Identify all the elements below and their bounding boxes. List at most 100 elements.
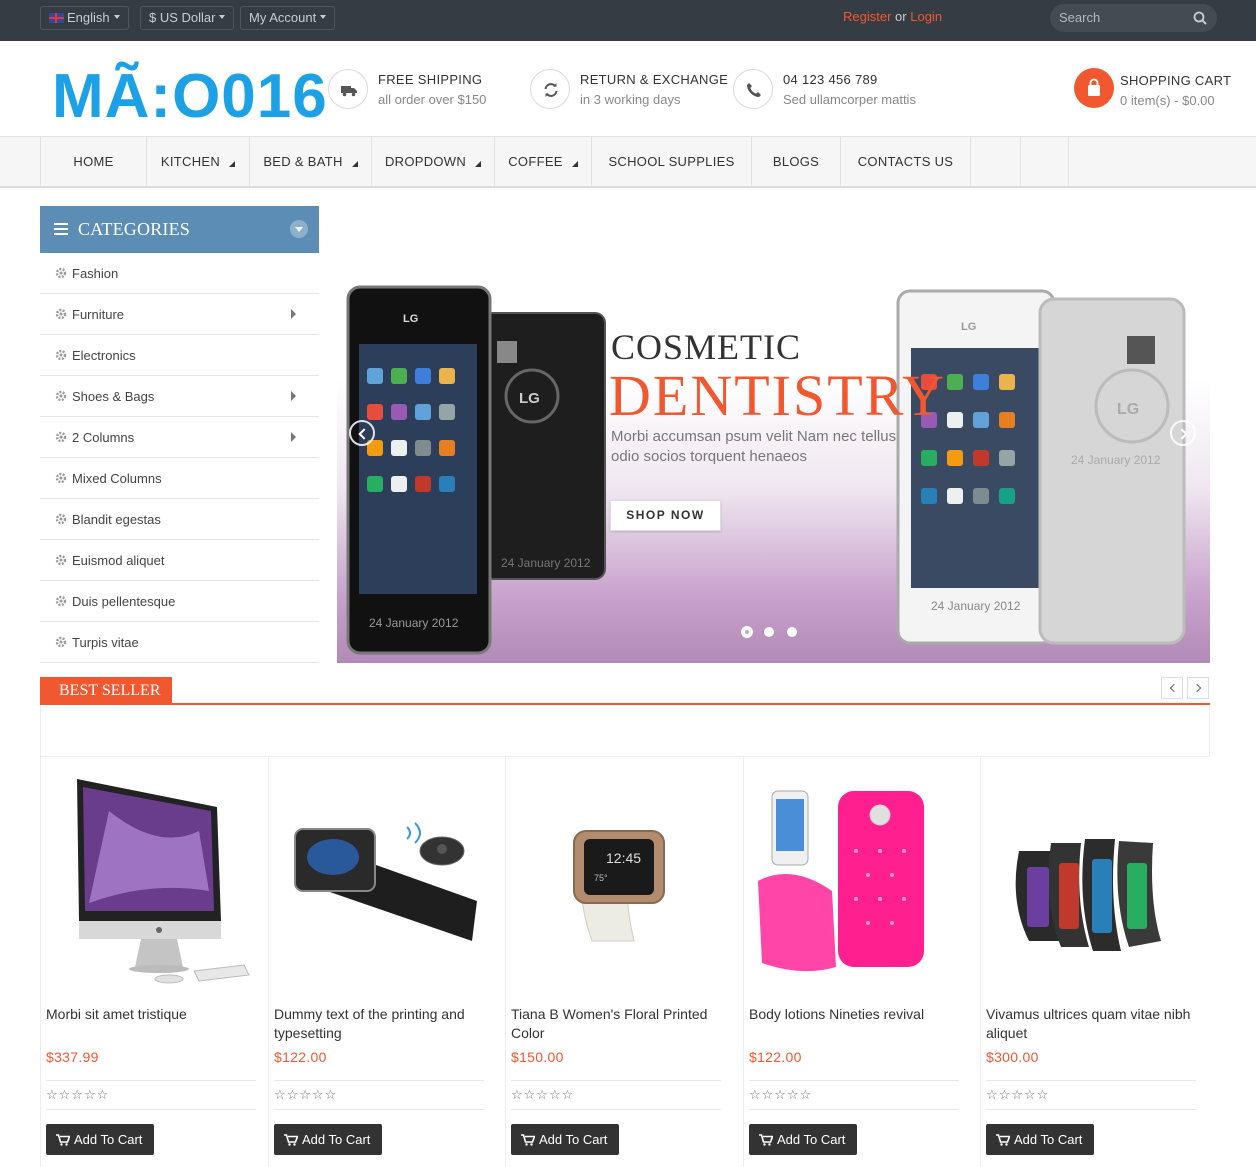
- divider: [749, 1109, 959, 1110]
- nav-item-dropdown[interactable]: DROPDOWN: [371, 137, 494, 186]
- best-seller-empty-panel: [40, 705, 1210, 757]
- slider-dot-1[interactable]: [741, 626, 753, 638]
- category-turpis-vitae[interactable]: Turpis vitae: [40, 622, 319, 663]
- feature-title: FREE SHIPPING: [378, 72, 483, 87]
- add-to-cart-button[interactable]: Add To Cart: [46, 1124, 154, 1155]
- login-link[interactable]: Login: [910, 9, 942, 24]
- gear-icon: [55, 554, 67, 566]
- slider-next-arrow-icon[interactable]: [1170, 420, 1196, 446]
- categories-header[interactable]: CATEGORIES: [40, 206, 319, 253]
- category-mixed-columns[interactable]: Mixed Columns: [40, 458, 319, 499]
- divider: [46, 1080, 256, 1081]
- category-furniture[interactable]: Furniture: [40, 294, 319, 335]
- cart-title[interactable]: SHOPPING CART: [1120, 73, 1231, 88]
- divider: [46, 1109, 256, 1110]
- product-name[interactable]: Vivamus ultrices quam vitae nibh aliquet: [986, 1005, 1206, 1043]
- account-label: My Account: [249, 10, 317, 25]
- search-icon[interactable]: [1193, 11, 1207, 25]
- chevron-right-icon: [291, 432, 296, 442]
- category-label: Fashion: [72, 266, 119, 281]
- chevron-right-icon: [291, 391, 296, 401]
- product-name[interactable]: Morbi sit amet tristique: [46, 1005, 266, 1024]
- nav-item-bed-bath[interactable]: BED & BATH: [249, 137, 371, 186]
- svg-text:12:45: 12:45: [606, 850, 641, 866]
- product-image-fitness-bands[interactable]: [989, 771, 1209, 993]
- category-blandit-egestas[interactable]: Blandit egestas: [40, 499, 319, 540]
- top-bar: English $ US Dollar My Account Register …: [0, 0, 1256, 41]
- product-image-imac[interactable]: [49, 771, 269, 993]
- category-label: Mixed Columns: [72, 471, 162, 486]
- category-shoes-bags[interactable]: Shoes & Bags: [40, 376, 319, 417]
- svg-text:LG: LG: [403, 313, 418, 325]
- product-name[interactable]: Tiana B Women's Floral Printed Color: [511, 1005, 731, 1043]
- category-2-columns[interactable]: 2 Columns: [40, 417, 319, 458]
- nav-item-school-supplies[interactable]: SCHOOL SUPPLIES: [591, 137, 751, 186]
- language-selector[interactable]: English: [40, 6, 129, 30]
- carousel-next-icon[interactable]: [1187, 677, 1209, 699]
- site-logo[interactable]: MÃ:O016: [52, 61, 328, 133]
- divider: [274, 1080, 484, 1081]
- add-to-cart-label: Add To Cart: [777, 1132, 846, 1147]
- nav-label: COFFEE: [508, 154, 563, 169]
- nav-item-blogs[interactable]: BLOGS: [751, 137, 840, 186]
- cart-icon: [759, 1134, 774, 1146]
- gear-icon: [55, 308, 67, 320]
- category-label: Electronics: [72, 348, 136, 363]
- category-label: Shoes & Bags: [72, 389, 155, 404]
- product-image-smartwatch[interactable]: [277, 771, 497, 993]
- search-input[interactable]: [1059, 10, 1189, 25]
- dropdown-arrow-icon: [475, 161, 482, 167]
- add-to-cart-button[interactable]: Add To Cart: [511, 1124, 619, 1155]
- gear-icon: [55, 513, 67, 525]
- shop-now-button[interactable]: SHOP NOW: [610, 500, 721, 531]
- slider-prev-arrow-icon[interactable]: [349, 420, 375, 446]
- dropdown-arrow-icon: [571, 161, 578, 167]
- slider-dot-2[interactable]: [764, 627, 774, 637]
- nav-label: CONTACTS US: [857, 154, 954, 169]
- nav-item-contacts[interactable]: CONTACTS US: [840, 137, 970, 186]
- chevron-right-icon: [291, 309, 296, 319]
- category-fashion[interactable]: Fashion: [40, 253, 319, 294]
- product-image-phone-case[interactable]: [752, 771, 972, 993]
- nav-item-coffee[interactable]: COFFEE: [494, 137, 591, 186]
- cart-icon: [284, 1134, 299, 1146]
- product-name[interactable]: Body lotions Nineties revival: [749, 1005, 969, 1024]
- site-header: MÃ:O016 FREE SHIPPING all order over $15…: [0, 41, 1256, 137]
- date-stamp: 24 January 2012: [369, 616, 459, 630]
- carousel-prev-icon[interactable]: [1161, 677, 1183, 699]
- feature-subtitle: all order over $150: [378, 92, 487, 107]
- currency-selector[interactable]: $ US Dollar: [140, 6, 235, 30]
- product-name[interactable]: Dummy text of the printing and typesetti…: [274, 1005, 494, 1043]
- add-to-cart-button[interactable]: Add To Cart: [749, 1124, 857, 1155]
- divider: [986, 1109, 1196, 1110]
- nav-item-kitchen[interactable]: KITCHEN: [146, 137, 249, 186]
- nav-item-home[interactable]: HOME: [40, 137, 146, 186]
- feature-subtitle: Sed ullamcorper mattis: [783, 92, 916, 107]
- dropdown-arrow-icon: [229, 161, 236, 167]
- slide-headline: DENTISTRY: [609, 363, 946, 428]
- product-image-gold-watch[interactable]: 12:45 75°: [514, 771, 734, 993]
- feature-subtitle: in 3 working days: [580, 92, 681, 107]
- register-link[interactable]: Register: [843, 9, 891, 24]
- category-label: Blandit egestas: [72, 512, 161, 527]
- add-to-cart-button[interactable]: Add To Cart: [986, 1124, 1094, 1155]
- rating-stars-icon: ☆☆☆☆☆: [749, 1087, 813, 1102]
- category-euismod-aliquet[interactable]: Euismod aliquet: [40, 540, 319, 581]
- rating-stars-icon: ☆☆☆☆☆: [986, 1087, 1050, 1102]
- best-seller-tab[interactable]: BEST SELLER: [40, 677, 172, 704]
- cart-icon: [56, 1134, 71, 1146]
- chevron-down-icon[interactable]: [290, 220, 308, 238]
- chevron-down-icon: [219, 15, 226, 19]
- category-electronics[interactable]: Electronics: [40, 335, 319, 376]
- slider-dot-3[interactable]: [787, 627, 797, 637]
- account-menu[interactable]: My Account: [240, 6, 336, 30]
- slide-description: Morbi accumsan psum velit Nam nec tellus…: [611, 428, 897, 465]
- category-duis-pellentesque[interactable]: Duis pellentesque: [40, 581, 319, 622]
- svg-text:LG: LG: [961, 321, 976, 333]
- feature-title: RETURN & EXCHANGE: [580, 72, 729, 87]
- language-label: English: [67, 10, 110, 25]
- add-to-cart-button[interactable]: Add To Cart: [274, 1124, 382, 1155]
- shopping-bag-icon[interactable]: [1074, 68, 1114, 108]
- product-grid: Morbi sit amet tristique $337.99 ☆☆☆☆☆ A…: [40, 757, 1210, 1167]
- cart-icon: [521, 1134, 536, 1146]
